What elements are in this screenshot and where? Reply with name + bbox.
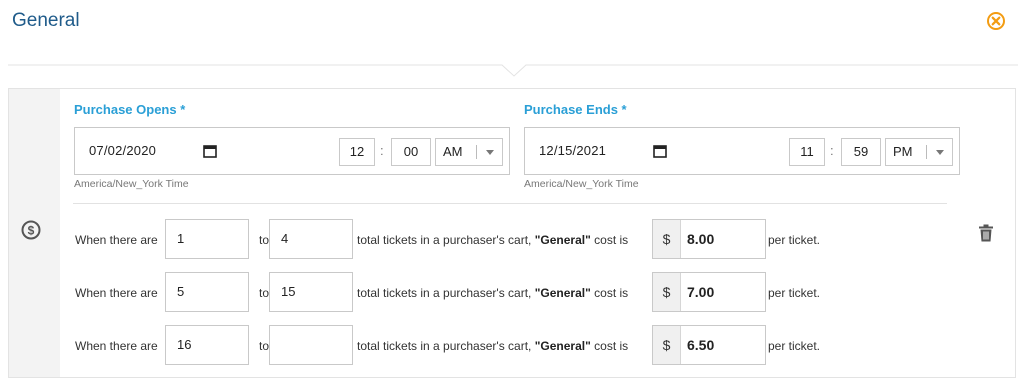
purchase-opens-label: Purchase Opens * (74, 102, 186, 117)
pricing-panel: $ Purchase Opens * 07/02/2020 12 : 00 AM… (8, 88, 1016, 378)
tier-to-text: to (259, 286, 270, 300)
select-separator (476, 145, 477, 159)
purchase-ends-datetime: 12/15/2021 11 : 59 PM (524, 127, 960, 175)
tier-price-input[interactable]: $ 8.00 (652, 219, 766, 259)
tier-price-input[interactable]: $ 6.50 (652, 325, 766, 365)
tier-from-input[interactable]: 16 (165, 325, 249, 365)
chevron-down-icon (486, 150, 494, 155)
tier-description: total tickets in a purchaser's cart, "Ge… (357, 233, 629, 247)
tier-to-text: to (259, 339, 270, 353)
tier-per-ticket-text: per ticket. (768, 233, 821, 247)
tier-to-input[interactable] (269, 325, 353, 365)
purchase-ends-label: Purchase Ends * (524, 102, 627, 117)
tier-to-text: to (259, 233, 270, 247)
separator-line (73, 203, 947, 204)
currency-addon: $ (653, 220, 681, 258)
tier-price-value: 8.00 (687, 231, 715, 247)
purchase-opens-timezone: America/New_York Time (74, 178, 189, 190)
page-title: General (12, 10, 80, 31)
chevron-down-icon (936, 150, 944, 155)
tier-price-value: 6.50 (687, 337, 715, 353)
tier-price-input[interactable]: $ 7.00 (652, 272, 766, 312)
tier-per-ticket-text: per ticket. (768, 286, 821, 300)
tier-from-input[interactable]: 1 (165, 219, 249, 259)
purchase-ends-minute[interactable]: 59 (841, 138, 881, 166)
tier-to-input[interactable]: 4 (269, 219, 353, 259)
close-circle-icon[interactable] (986, 11, 1006, 31)
tier-description: total tickets in a purchaser's cart, "Ge… (357, 286, 629, 300)
time-colon: : (830, 143, 834, 158)
purchase-opens-datetime: 07/02/2020 12 : 00 AM (74, 127, 510, 175)
tier-to-input[interactable]: 15 (269, 272, 353, 312)
svg-text:$: $ (28, 223, 35, 237)
purchase-ends-ampm-select[interactable]: PM (885, 138, 953, 166)
tier-when-text: When there are (75, 286, 158, 300)
purchase-ends-timezone: America/New_York Time (524, 178, 639, 190)
calendar-icon[interactable] (653, 144, 667, 158)
tier-price-value: 7.00 (687, 284, 715, 300)
currency-addon: $ (653, 326, 681, 364)
section-divider (8, 64, 1018, 84)
currency-addon: $ (653, 273, 681, 311)
purchase-ends-date-input[interactable]: 12/15/2021 (539, 143, 606, 158)
time-colon: : (380, 143, 384, 158)
tier-from-input[interactable]: 5 (165, 272, 249, 312)
trash-icon[interactable] (978, 224, 994, 242)
tier-description: total tickets in a purchaser's cart, "Ge… (357, 339, 629, 353)
calendar-icon[interactable] (203, 144, 217, 158)
tier-when-text: When there are (75, 339, 158, 353)
dollar-circle-icon: $ (21, 220, 41, 240)
purchase-opens-date-input[interactable]: 07/02/2020 (89, 143, 156, 158)
ampm-value: AM (443, 144, 463, 159)
purchase-ends-hour[interactable]: 11 (789, 138, 825, 166)
purchase-opens-minute[interactable]: 00 (391, 138, 431, 166)
tier-per-ticket-text: per ticket. (768, 339, 821, 353)
purchase-opens-hour[interactable]: 12 (339, 138, 375, 166)
select-separator (926, 145, 927, 159)
ampm-value: PM (893, 144, 913, 159)
purchase-opens-ampm-select[interactable]: AM (435, 138, 503, 166)
tier-when-text: When there are (75, 233, 158, 247)
